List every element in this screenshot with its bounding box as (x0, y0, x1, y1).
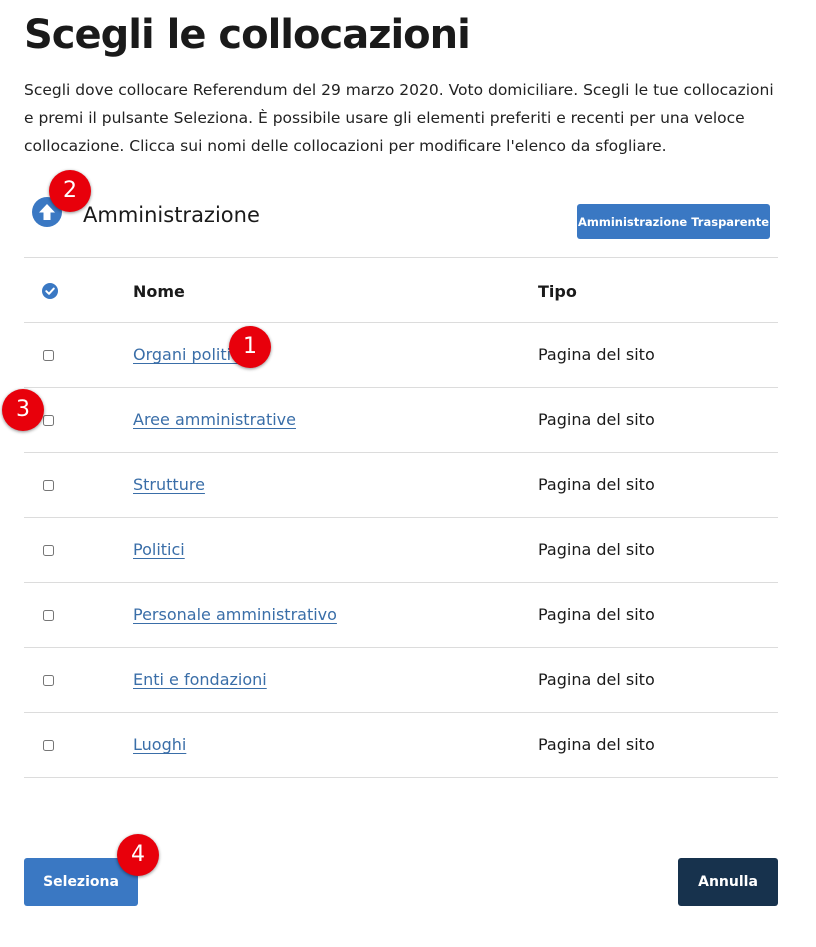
collocation-link-luoghi[interactable]: Luoghi (133, 735, 186, 754)
row-checkbox[interactable] (43, 740, 54, 751)
annulla-button[interactable]: Annulla (678, 858, 778, 906)
table-row: Organi politici Pagina del sito (24, 322, 778, 387)
collocation-link-enti-e-fondazioni[interactable]: Enti e fondazioni (133, 670, 267, 689)
annotation-marker-4: 4 (117, 834, 159, 876)
amministrazione-trasparente-button[interactable]: Amministrazione Trasparente (577, 204, 770, 239)
row-checkbox[interactable] (43, 480, 54, 491)
annotation-marker-3: 3 (2, 389, 44, 431)
checkmark-icon (45, 287, 55, 295)
collocation-type: Pagina del sito (538, 605, 655, 624)
collocation-link-politici[interactable]: Politici (133, 540, 185, 559)
table-row: Personale amministrativo Pagina del sito (24, 582, 778, 647)
table-row: Aree amministrative Pagina del sito (24, 387, 778, 452)
table-row: Luoghi Pagina del sito (24, 712, 778, 778)
collocation-link-aree-amministrative[interactable]: Aree amministrative (133, 410, 296, 429)
current-folder-title: Amministrazione (83, 203, 260, 227)
table-header-row: Nome Tipo (24, 257, 778, 322)
row-checkbox[interactable] (43, 675, 54, 686)
collocation-link-strutture[interactable]: Strutture (133, 475, 205, 494)
row-checkbox[interactable] (43, 610, 54, 621)
column-header-type: Tipo (538, 282, 577, 301)
row-checkbox[interactable] (43, 350, 54, 361)
collocation-link-organi-politici[interactable]: Organi politici (133, 345, 244, 364)
page-title: Scegli le collocazioni (24, 12, 471, 58)
table-row: Strutture Pagina del sito (24, 452, 778, 517)
table-row: Enti e fondazioni Pagina del sito (24, 647, 778, 712)
collocation-type: Pagina del sito (538, 540, 655, 559)
column-header-name: Nome (133, 282, 185, 301)
collocation-type: Pagina del sito (538, 670, 655, 689)
annotation-marker-1: 1 (229, 326, 271, 368)
collocation-type: Pagina del sito (538, 475, 655, 494)
annotation-marker-2: 2 (49, 170, 91, 212)
collocation-link-personale-amministrativo[interactable]: Personale amministrativo (133, 605, 337, 624)
collocation-type: Pagina del sito (538, 735, 655, 754)
row-checkbox[interactable] (43, 545, 54, 556)
collocations-table: Nome Tipo Organi politici Pagina del sit… (24, 257, 778, 778)
collocation-type: Pagina del sito (538, 410, 655, 429)
select-all-check-icon[interactable] (42, 283, 58, 299)
row-checkbox[interactable] (43, 415, 54, 426)
page-description: Scegli dove collocare Referendum del 29 … (24, 81, 774, 155)
table-row: Politici Pagina del sito (24, 517, 778, 582)
collocation-type: Pagina del sito (538, 345, 655, 364)
